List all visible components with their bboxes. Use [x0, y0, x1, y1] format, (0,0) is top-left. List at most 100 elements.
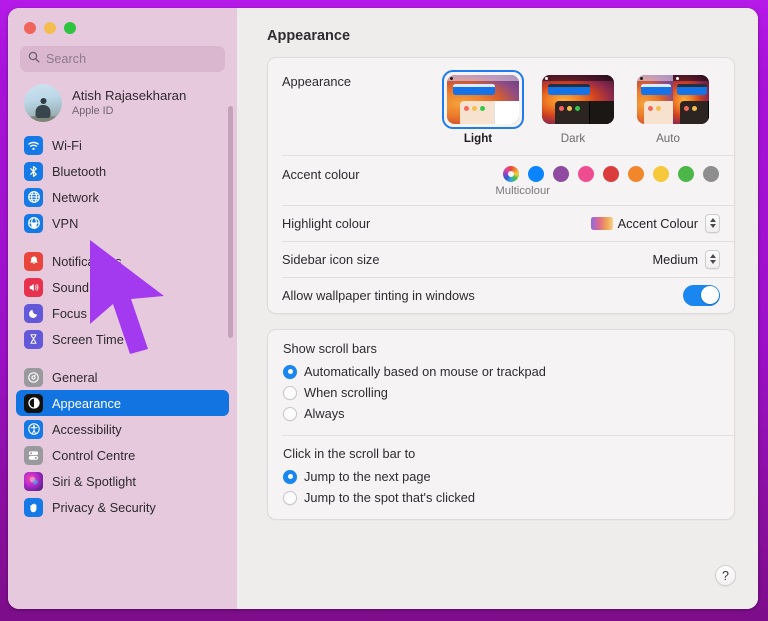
- sidebar-label: Notifications: [52, 253, 122, 269]
- wallpaper-tinting-toggle[interactable]: [683, 284, 720, 306]
- sidebar-label: Bluetooth: [52, 163, 107, 179]
- appearance-option-light[interactable]: Light: [442, 70, 524, 145]
- sidebar-item-privacy-security[interactable]: Privacy & Security: [16, 494, 229, 520]
- highlight-colour-label: Highlight colour: [282, 215, 371, 231]
- accent-swatch-pink[interactable]: [578, 166, 594, 182]
- sidebar-label: Sound: [52, 279, 90, 295]
- sidebar-item-bluetooth[interactable]: Bluetooth: [16, 158, 229, 184]
- accent-swatch-blue[interactable]: [528, 166, 544, 182]
- zoom-button[interactable]: [64, 22, 76, 34]
- sidebar-label: Privacy & Security: [52, 499, 156, 515]
- accent-swatch-multicolour[interactable]: [503, 166, 519, 182]
- radio-label: Jump to the next page: [304, 469, 431, 484]
- control-centre-icon: [24, 445, 43, 465]
- radio-option-next-page[interactable]: Jump to the next page: [283, 466, 720, 487]
- sidebar-item-sound[interactable]: Sound: [16, 274, 229, 300]
- click-scroll-bar-title: Click in the scroll bar to: [283, 446, 416, 461]
- appearance-row: Appearance Light Dark Auto: [268, 58, 734, 155]
- accessibility-icon: [24, 419, 43, 439]
- accent-swatch-red[interactable]: [603, 166, 619, 182]
- accent-swatches: [503, 166, 720, 182]
- radio-label: When scrolling: [304, 385, 388, 400]
- appearance-options: Light Dark Auto: [442, 70, 709, 145]
- appearance-icon: [24, 393, 43, 413]
- accent-swatch-yellow[interactable]: [653, 166, 669, 182]
- radio-option-spot-clicked[interactable]: Jump to the spot that's clicked: [283, 487, 720, 508]
- annotation-border: Search Atish Rajasekharan Apple ID Wi-Fi: [0, 0, 768, 621]
- accent-colour-label: Accent colour: [282, 166, 360, 182]
- screen-time-hourglass-icon: [24, 329, 43, 349]
- chevron-updown-icon[interactable]: [705, 213, 720, 233]
- radio-icon: [283, 385, 297, 400]
- wallpaper-tinting-label: Allow wallpaper tinting in windows: [282, 287, 475, 303]
- vpn-globe-icon: [24, 213, 43, 233]
- sidebar-label: Focus: [52, 305, 87, 321]
- sidebar-item-focus[interactable]: Focus: [16, 300, 229, 326]
- system-settings-window: Search Atish Rajasekharan Apple ID Wi-Fi: [8, 8, 758, 609]
- sidebar-label: Wi-Fi: [52, 137, 82, 153]
- privacy-hand-icon: [24, 497, 43, 517]
- sidebar-item-screen-time[interactable]: Screen Time: [16, 326, 229, 352]
- sidebar-item-siri-spotlight[interactable]: Siri & Spotlight: [16, 468, 229, 494]
- appearance-option-dark[interactable]: Dark: [537, 70, 614, 145]
- sidebar-item-network[interactable]: Network: [16, 184, 229, 210]
- sidebar-label: Appearance: [52, 395, 122, 411]
- chevron-updown-icon[interactable]: [705, 249, 720, 269]
- sidebar-icon-size-popup[interactable]: Medium: [652, 249, 720, 269]
- sidebar-group-preferences: General Appearance Accessibility Control…: [16, 364, 229, 520]
- focus-moon-icon: [24, 303, 43, 323]
- page-title: Appearance: [267, 28, 351, 44]
- accent-swatch-green[interactable]: [678, 166, 694, 182]
- sidebar-group-system: Notifications Sound Focus Screen Time: [16, 248, 229, 352]
- appearance-option-auto[interactable]: Auto: [632, 70, 709, 145]
- sidebar-label: General: [52, 369, 98, 385]
- highlight-colour-popup[interactable]: Accent Colour: [590, 213, 720, 233]
- sidebar-item-accessibility[interactable]: Accessibility: [16, 416, 229, 442]
- sidebar-item-general[interactable]: General: [16, 364, 229, 390]
- notifications-bell-icon: [24, 251, 43, 271]
- dark-preview: [542, 75, 614, 124]
- sidebar-label: VPN: [52, 215, 79, 231]
- radio-label: Always: [304, 406, 345, 421]
- sidebar-icon-size-row: Sidebar icon size Medium: [268, 241, 734, 277]
- sidebar-scrollbar[interactable]: [228, 106, 233, 338]
- sidebar-item-wi-fi[interactable]: Wi-Fi: [16, 132, 229, 158]
- accent-swatch-purple[interactable]: [553, 166, 569, 182]
- bluetooth-icon: [24, 161, 43, 181]
- main-content: Appearance Appearance Light Dark Auto Ac…: [237, 8, 758, 609]
- sidebar: Search Atish Rajasekharan Apple ID Wi-Fi: [8, 8, 237, 609]
- radio-icon: [283, 469, 297, 484]
- accent-swatch-orange[interactable]: [628, 166, 644, 182]
- radio-option-when-scrolling[interactable]: When scrolling: [283, 382, 720, 403]
- radio-label: Jump to the spot that's clicked: [304, 490, 476, 505]
- sidebar-icon-size-label: Sidebar icon size: [282, 251, 380, 267]
- avatar: [24, 84, 62, 122]
- sidebar-item-control-centre[interactable]: Control Centre: [16, 442, 229, 468]
- sidebar-label: Screen Time: [52, 331, 124, 347]
- accent-swatch-graphite[interactable]: [703, 166, 719, 182]
- sidebar-item-appearance[interactable]: Appearance: [16, 390, 229, 416]
- click-scroll-bar-block: Click in the scroll bar to Jump to the n…: [268, 435, 734, 519]
- sidebar-item-notifications[interactable]: Notifications: [16, 248, 229, 274]
- search-input[interactable]: Search: [20, 46, 225, 72]
- account-row[interactable]: Atish Rajasekharan Apple ID: [8, 72, 237, 132]
- appearance-label: Appearance: [282, 74, 352, 89]
- appearance-settings-card: Appearance Light Dark Auto Accent colour…: [267, 57, 735, 314]
- radio-option-always[interactable]: Always: [283, 403, 720, 424]
- search-icon: [28, 50, 40, 68]
- highlight-gradient-swatch: [590, 216, 613, 230]
- siri-icon: [24, 471, 43, 491]
- accent-caption: Multicolour: [495, 185, 550, 197]
- appearance-caption: Auto: [656, 132, 680, 145]
- help-button[interactable]: ?: [715, 565, 736, 586]
- radio-option-automatically[interactable]: Automatically based on mouse or trackpad: [283, 361, 720, 382]
- general-gear-icon: [24, 367, 43, 387]
- sidebar-label: Network: [52, 189, 99, 205]
- close-button[interactable]: [24, 22, 36, 34]
- light-preview: [447, 75, 519, 124]
- sidebar-item-vpn[interactable]: VPN: [16, 210, 229, 236]
- sidebar-icon-size-value: Medium: [652, 251, 698, 267]
- sound-speaker-icon: [24, 277, 43, 297]
- appearance-caption: Dark: [560, 132, 586, 145]
- minimise-button[interactable]: [44, 22, 56, 34]
